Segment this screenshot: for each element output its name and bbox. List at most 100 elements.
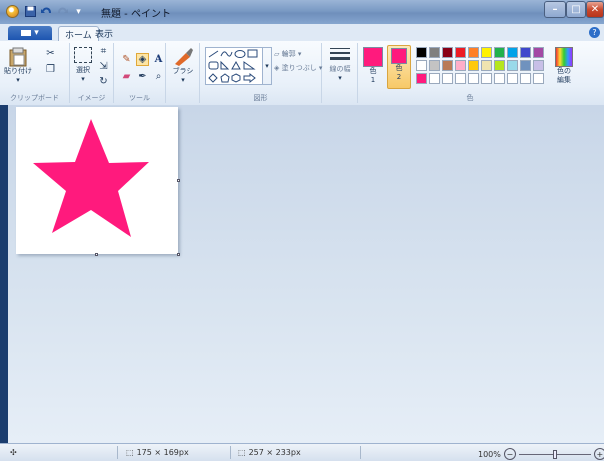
text-icon[interactable]: A <box>152 53 165 66</box>
image-size-text: 257 × 233px <box>248 448 301 457</box>
zoom-controls: 100% − + <box>478 448 604 460</box>
move-icon: ✣ <box>10 448 17 457</box>
colors-group-label: 色 <box>466 94 474 102</box>
copy-icon[interactable]: ❐ <box>44 63 57 76</box>
rotate-icon[interactable]: ↻ <box>97 75 110 88</box>
palette-swatch[interactable] <box>442 47 453 58</box>
eraser-icon[interactable]: ▰ <box>120 70 133 83</box>
palette-swatch[interactable] <box>416 47 427 58</box>
color1-label: 色 <box>369 67 377 75</box>
select-button[interactable]: 選択 ▾ <box>72 47 94 84</box>
color2-number: 2 <box>396 73 402 81</box>
palette-swatch[interactable] <box>481 73 492 84</box>
status-bar: ✣ ⬚ 175 × 169px ⬚ 257 × 233px 100% − + <box>0 443 604 461</box>
color1-button[interactable]: 色 1 <box>361 47 385 85</box>
edit-colors-label: 色の編集 <box>557 67 571 84</box>
line-width-label: 線の幅 <box>329 65 351 73</box>
edit-colors-icon <box>555 47 573 67</box>
palette-swatch[interactable] <box>494 73 505 84</box>
drawing-canvas[interactable] <box>16 107 178 254</box>
quick-access-dropdown-icon[interactable]: ▾ <box>72 5 85 18</box>
zoom-slider-thumb[interactable] <box>552 449 557 459</box>
line-width-button[interactable]: 線の幅 ▾ <box>326 47 354 83</box>
resize-handle-bottom[interactable] <box>95 253 98 256</box>
palette-swatch[interactable] <box>533 60 544 71</box>
palette-swatch[interactable] <box>455 73 466 84</box>
colors-group: 色 1 色 2 色の編集 色 <box>358 43 582 103</box>
palette-swatch[interactable] <box>442 60 453 71</box>
color1-swatch <box>363 47 383 67</box>
paint-app-icon[interactable] <box>6 5 19 18</box>
palette-swatch[interactable] <box>416 73 427 84</box>
palette-swatch[interactable] <box>507 60 518 71</box>
outline-button[interactable]: ▱ 輪郭 ▾ <box>274 49 301 59</box>
brush-dropdown-icon: ▾ <box>181 76 185 84</box>
zoom-out-button[interactable]: − <box>503 448 516 460</box>
redo-icon[interactable] <box>56 5 69 18</box>
palette-swatch[interactable] <box>455 47 466 58</box>
brush-label: ブラシ <box>172 67 194 75</box>
magnifier-icon[interactable]: ⌕ <box>152 70 165 83</box>
close-button[interactable]: ✕ <box>586 1 604 18</box>
line-width-dropdown-icon: ▾ <box>338 74 342 82</box>
resize-handle-right[interactable] <box>177 179 180 182</box>
palette-swatch[interactable] <box>533 47 544 58</box>
app-menu-button[interactable]: ▾ <box>8 26 52 40</box>
palette-swatch[interactable] <box>468 47 479 58</box>
color2-swatch <box>391 48 407 64</box>
palette-swatch[interactable] <box>442 73 453 84</box>
shapes-gallery[interactable] <box>205 47 263 85</box>
palette-swatch[interactable] <box>455 60 466 71</box>
resize-handle-corner[interactable] <box>177 253 180 256</box>
cut-icon[interactable]: ✂ <box>44 47 57 60</box>
palette-swatch[interactable] <box>494 47 505 58</box>
color2-button[interactable]: 色 2 <box>387 45 411 89</box>
zoom-in-button[interactable]: + <box>593 448 604 460</box>
pencil-icon[interactable]: ✎ <box>120 53 133 66</box>
palette-swatch[interactable] <box>520 47 531 58</box>
crop-icon[interactable]: ⌗ <box>97 45 110 58</box>
tab-view[interactable]: 表示 <box>89 26 119 41</box>
palette-swatch[interactable] <box>520 73 531 84</box>
palette-swatch[interactable] <box>520 60 531 71</box>
image-group: 選択 ▾ ⌗ ⇲ ↻ イメージ <box>70 43 114 103</box>
ribbon-tab-row: ▾ ホーム 表示 ? <box>0 24 604 41</box>
palette-swatch[interactable] <box>507 47 518 58</box>
palette-swatch[interactable] <box>429 73 440 84</box>
paste-button[interactable]: 貼り付け ▾ <box>4 47 32 85</box>
fill-icon[interactable]: ◈ <box>136 53 149 66</box>
selection-size: ⬚ 175 × 169px <box>126 448 189 457</box>
shapes-gallery-icons <box>208 49 258 84</box>
shapes-group: ▾ ▱ 輪郭 ▾ ◈ 塗りつぶし ▾ 図形 <box>200 43 322 103</box>
fill-shape-button[interactable]: ◈ 塗りつぶし ▾ <box>274 63 322 73</box>
cursor-position: ✣ <box>10 448 17 457</box>
palette-swatch[interactable] <box>429 47 440 58</box>
palette-swatch[interactable] <box>468 60 479 71</box>
maximize-button[interactable]: □ <box>566 1 586 18</box>
undo-icon[interactable] <box>40 5 53 18</box>
select-dropdown-icon: ▾ <box>81 75 85 83</box>
palette-swatch[interactable] <box>416 60 427 71</box>
selection-size-text: 175 × 169px <box>136 448 189 457</box>
palette-swatch[interactable] <box>507 73 518 84</box>
palette-swatch[interactable] <box>429 60 440 71</box>
palette-swatch[interactable] <box>494 60 505 71</box>
color1-number: 1 <box>370 76 376 84</box>
resize-icon[interactable]: ⇲ <box>97 60 110 73</box>
color-picker-icon[interactable]: ✒ <box>136 70 149 83</box>
outline-icon: ▱ <box>274 50 280 58</box>
app-menu-icon <box>21 30 32 36</box>
shapes-scroll-icon[interactable]: ▾ <box>262 47 272 85</box>
edit-colors-button[interactable]: 色の編集 <box>550 47 578 85</box>
help-icon[interactable]: ? <box>589 27 600 38</box>
palette-swatch[interactable] <box>481 60 492 71</box>
brush-button[interactable]: ブラシ ▾ <box>169 47 197 85</box>
save-icon[interactable] <box>24 5 37 18</box>
palette-swatch[interactable] <box>533 73 544 84</box>
palette-swatch[interactable] <box>481 47 492 58</box>
minimize-button[interactable]: – <box>544 1 566 18</box>
fill-shape-icon: ◈ <box>274 64 280 72</box>
app-menu-arrow: ▾ <box>34 28 39 38</box>
palette-swatch[interactable] <box>468 73 479 84</box>
zoom-slider[interactable] <box>518 449 591 459</box>
